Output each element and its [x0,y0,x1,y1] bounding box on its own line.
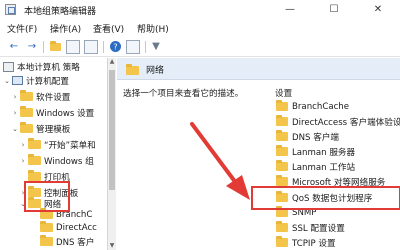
chevron-down-icon[interactable]: ⌄ [11,125,19,133]
tree-item-label: 计算机配置 [26,76,69,87]
setting-item-label: Lanman 工作站 [292,162,356,173]
setting-item-directaccess[interactable]: DirectAccess 客户端体验设置 [276,115,400,128]
folder-icon [40,221,53,232]
maximize-button[interactable]: ☐ [312,0,356,20]
tree-item-windows-settings[interactable]: › Windows 设置 [11,106,94,119]
toolbar-divider [103,41,104,53]
folder-icon [276,100,288,111]
folder-icon [276,130,288,141]
menu-action[interactable]: 操作(A) [50,22,81,35]
tree-scrollbar[interactable]: ▲ ▼ [108,58,116,250]
folder-icon [276,160,288,171]
chevron-down-icon[interactable]: ⌄ [3,77,11,85]
toolbar: ← → ? ▼ [0,37,400,57]
folder-icon [20,122,33,133]
tree-item-label: 本地计算机 策略 [17,62,80,73]
tree-item-label: 管理模板 [36,124,71,135]
setting-item-label: DirectAccess 客户端体验设置 [292,117,400,128]
tree-item-directaccess[interactable]: DirectAcc [40,221,97,234]
content-pane: 网络 选择一个项目来查看它的描述。 设置 [117,58,400,250]
menu-view[interactable]: 查看(V) [93,22,124,35]
title-bar: 本地组策略编辑器 — ☐ ✕ [0,0,400,20]
scroll-down-icon[interactable]: ▼ [108,242,116,250]
scroll-up-icon[interactable]: ▲ [108,58,116,66]
tree-item-label: Windows 组 [44,156,94,167]
qos-highlight-box [251,186,400,210]
tree-item-software-settings[interactable]: › 软件设置 [11,90,70,103]
tree-item-label: DNS 客户 [56,237,95,248]
up-folder-icon[interactable] [48,40,62,54]
tree-item-label: Windows 设置 [36,108,95,119]
folder-icon [276,221,288,232]
policy-icon [3,61,14,72]
filter-icon[interactable]: ▼ [149,40,163,54]
description-text: 选择一个项目来查看它的描述。 [123,89,244,99]
tree-pane: 本地计算机 策略 ⌄ 计算机配置 › 软件设置 › Windows 设置 ⌄ 管… [0,58,108,250]
setting-item-lanman-server[interactable]: Lanman 服务器 [276,145,355,158]
scrollbar-thumb[interactable] [109,70,115,190]
help-icon[interactable]: ? [108,40,122,54]
menu-file[interactable]: 文件(F) [7,22,37,35]
toolbar-divider [43,41,44,53]
setting-item-ssl-config[interactable]: SSL 配置设置 [276,221,345,234]
folder-icon [20,106,33,117]
settings-column-header[interactable]: 设置 [275,87,292,99]
window-title: 本地组策略编辑器 [24,7,97,17]
minimize-button[interactable]: — [268,0,312,20]
setting-item-lanman-workstation[interactable]: Lanman 工作站 [276,160,355,173]
folder-icon [28,170,41,181]
folder-icon [20,90,33,101]
folder-icon [276,175,288,186]
setting-item-label: DNS 客户端 [292,132,340,143]
menu-help[interactable]: 帮助(H) [137,22,169,35]
network-highlight-box [24,181,70,212]
tree-item-label: DirectAcc [56,222,97,233]
properties-icon[interactable] [126,40,140,54]
setting-item-label: Lanman 服务器 [292,147,356,158]
folder-icon [40,235,53,246]
computer-icon [12,76,23,85]
svg-text:?: ? [113,43,117,52]
show-hide-tree-icon[interactable] [66,40,80,54]
export-list-icon[interactable] [84,40,98,54]
folder-icon [276,145,288,156]
content-header: 网络 [117,58,400,80]
close-button[interactable]: ✕ [356,0,400,20]
folder-icon [28,138,41,149]
tree-item-computer-config[interactable]: ⌄ 计算机配置 [3,74,69,87]
tree-item-label: “开始”菜单和 [44,140,96,151]
folder-icon [28,154,41,165]
tree-item-start-menu[interactable]: › “开始”菜单和 [19,138,96,151]
tree-item-dns-client[interactable]: DNS 客户 [40,235,94,248]
setting-item-dns-client[interactable]: DNS 客户端 [276,130,339,143]
setting-item-label: TCPIP 设置 [292,238,336,249]
setting-item-tcpip[interactable]: TCPIP 设置 [276,236,336,249]
folder-icon [126,64,139,75]
folder-icon [276,236,288,247]
folder-icon [276,115,288,126]
tree-item-admin-templates[interactable]: ⌄ 管理模板 [11,122,70,135]
setting-item-branchcache[interactable]: BranchCache [276,100,349,113]
chevron-right-icon[interactable]: › [11,109,19,117]
back-arrow-icon[interactable]: ← [7,40,21,54]
setting-item-label: SSL 配置设置 [292,223,345,234]
content-header-title: 网络 [146,66,165,76]
chevron-right-icon[interactable]: › [19,141,27,149]
chevron-right-icon[interactable]: › [19,157,27,165]
tree-item-local-policy[interactable]: 本地计算机 策略 [3,60,80,73]
forward-arrow-icon[interactable]: → [25,40,39,54]
tree-item-label: 软件设置 [36,92,71,103]
menu-bar: 文件(F) 操作(A) 查看(V) 帮助(H) [0,20,400,37]
tree-item-windows-components[interactable]: › Windows 组 [19,154,94,167]
app-icon [5,4,16,15]
chevron-right-icon[interactable]: › [11,93,19,101]
setting-item-label: BranchCache [292,101,350,112]
toolbar-divider [145,41,146,53]
